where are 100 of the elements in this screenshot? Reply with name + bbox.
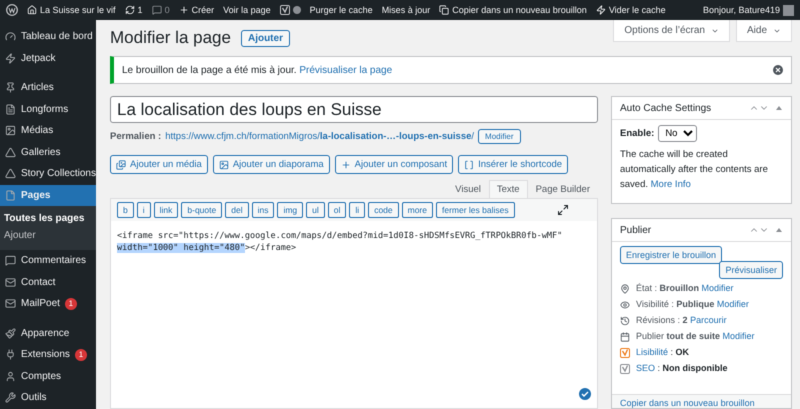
permalink-link[interactable]: https://www.cfjm.ch/formationMigros/la-localisation-…-loups-en-suisse/ bbox=[165, 131, 474, 142]
preview-link[interactable]: Prévisualiser la page bbox=[299, 64, 392, 76]
menu-icon bbox=[5, 52, 16, 64]
format-button[interactable]: del bbox=[225, 202, 249, 218]
sidebar-item[interactable]: Médias bbox=[0, 120, 96, 142]
score-link[interactable]: SEO bbox=[636, 363, 656, 373]
menu-icon bbox=[5, 31, 16, 42]
format-button[interactable]: ins bbox=[252, 202, 274, 218]
eye-icon bbox=[620, 300, 630, 310]
title-field[interactable]: La localisation des loups en Suisse bbox=[110, 96, 598, 123]
sidebar-item[interactable]: MailPoet 1 bbox=[0, 293, 96, 314]
editor-tab[interactable]: Page Builder bbox=[528, 180, 598, 198]
media-button[interactable]: Ajouter un diaporama bbox=[212, 155, 330, 174]
edit-link[interactable]: Modifier bbox=[722, 331, 755, 341]
account-link[interactable]: Bonjour, Bature419 bbox=[702, 4, 794, 16]
toolbar-link[interactable]: Voir la page bbox=[223, 5, 271, 15]
copy-icon bbox=[439, 5, 450, 15]
updates-link[interactable]: 1 bbox=[124, 5, 143, 15]
dismiss-icon[interactable] bbox=[773, 65, 783, 75]
media-button[interactable]: Insérer le shortcode bbox=[458, 155, 568, 174]
format-button[interactable]: li bbox=[349, 202, 366, 218]
edit-link[interactable]: Modifier bbox=[716, 299, 749, 309]
sidebar-item[interactable]: Articles bbox=[0, 77, 96, 98]
sidebar-item[interactable]: Jetpack bbox=[0, 48, 96, 69]
sidebar-item[interactable]: Outils bbox=[0, 387, 96, 408]
check-icon bbox=[579, 388, 591, 400]
sidebar-item[interactable]: Comptes bbox=[0, 366, 96, 387]
sidebar-item[interactable]: Contact bbox=[0, 272, 96, 293]
toolbar-link[interactable]: Mises à jour bbox=[382, 5, 430, 15]
format-button[interactable]: ul bbox=[306, 202, 325, 218]
more-info-link[interactable]: More Info bbox=[650, 179, 691, 190]
save-draft-button[interactable]: Enregistrer le brouillon bbox=[620, 246, 722, 264]
collapse-icon[interactable] bbox=[775, 227, 783, 233]
count-badge: 1 bbox=[74, 348, 87, 361]
format-button[interactable]: ol bbox=[328, 202, 346, 218]
seo-plugin-icon[interactable] bbox=[280, 5, 290, 15]
sidebar-item[interactable]: Longforms bbox=[0, 98, 96, 120]
publish-setting: État : Brouillon Modifier bbox=[636, 282, 734, 295]
format-button[interactable]: fermer les balises bbox=[436, 202, 515, 218]
pin-icon bbox=[620, 284, 630, 294]
toolbar-link[interactable]: Purger le cache bbox=[310, 5, 373, 15]
media-button[interactable]: Ajouter un composant bbox=[334, 155, 454, 174]
button-icon bbox=[464, 160, 474, 170]
fullscreen-icon[interactable] bbox=[557, 204, 569, 216]
comments-link[interactable]: 0 bbox=[152, 5, 170, 15]
clear-cache-link[interactable]: Vider le cache bbox=[596, 5, 666, 15]
sidebar-item[interactable]: Commentaires bbox=[0, 250, 96, 272]
logo-icon[interactable] bbox=[6, 4, 18, 16]
score-text: Lisibilité : OK bbox=[636, 346, 690, 359]
format-button[interactable]: more bbox=[402, 202, 433, 218]
home-icon bbox=[27, 5, 37, 15]
editor-tab[interactable]: Texte bbox=[488, 180, 528, 198]
collapse-icon[interactable] bbox=[775, 105, 783, 111]
add-button[interactable]: Ajouter bbox=[240, 30, 290, 46]
format-button[interactable]: i bbox=[136, 202, 151, 218]
menu-icon bbox=[5, 125, 16, 136]
sidebar-item[interactable]: Tableau de bord bbox=[0, 26, 96, 48]
avatar-icon bbox=[783, 4, 794, 16]
format-button[interactable]: b-quote bbox=[181, 202, 222, 218]
screen-options-button[interactable]: Options de l’écran bbox=[613, 20, 730, 42]
help-button[interactable]: Aide bbox=[736, 20, 792, 42]
publish-setting: Révisions : 2 Parcourir bbox=[636, 314, 727, 327]
sidebar-item[interactable]: Apparence bbox=[0, 322, 96, 344]
page-title: Modifier la page bbox=[110, 28, 231, 48]
score-link[interactable]: Lisibilité bbox=[636, 347, 668, 357]
panel-title: Publier bbox=[620, 224, 652, 236]
enable-select[interactable]: No bbox=[658, 125, 698, 142]
menu-icon bbox=[5, 255, 16, 266]
menu-icon bbox=[5, 190, 16, 201]
sidebar-item[interactable]: Pages bbox=[0, 184, 96, 206]
button-icon bbox=[218, 160, 229, 170]
submenu-item[interactable]: Toutes les pages bbox=[0, 210, 96, 227]
enable-label: Enable: bbox=[620, 128, 654, 139]
create-link[interactable]: Créer bbox=[178, 5, 214, 15]
edit-permalink-button[interactable]: Modifier bbox=[478, 129, 520, 144]
format-button[interactable]: b bbox=[117, 202, 134, 218]
editor-tab[interactable]: Visuel bbox=[447, 180, 489, 198]
format-button[interactable]: img bbox=[277, 202, 304, 218]
edit-link[interactable]: Modifier bbox=[702, 283, 734, 293]
panel-title: Auto Cache Settings bbox=[620, 102, 712, 114]
text-editor[interactable]: b i link b-quote del ins img ul ol li code more fermer les balises <iframe src="https://www.google.com/maps/d/embed?mid=1d0I8-sHDSMfsEVRG_fTRPOkBR0fb-wMF" width="1000" height="480"></iframe> bbox=[110, 198, 598, 409]
copy-draft-link[interactable]: Copier dans un nouveau brouillon bbox=[439, 5, 587, 15]
sidebar-item[interactable]: Galleries bbox=[0, 142, 96, 163]
sidebar-item[interactable]: Story Collections bbox=[0, 163, 96, 184]
publish-setting: Visibilité : Publique Modifier bbox=[636, 298, 749, 311]
submenu-item[interactable]: Ajouter bbox=[0, 227, 96, 244]
sidebar-item[interactable]: Extensions 1 bbox=[0, 344, 96, 366]
format-button[interactable]: link bbox=[154, 202, 178, 218]
score-icon bbox=[620, 364, 630, 374]
site-link[interactable]: La Suisse sur le vif bbox=[27, 5, 116, 15]
preview-button[interactable]: Prévisualiser bbox=[719, 261, 783, 279]
media-button[interactable]: Ajouter un média bbox=[110, 155, 208, 174]
format-button[interactable]: code bbox=[368, 202, 399, 218]
edit-link[interactable]: Parcourir bbox=[690, 315, 727, 325]
menu-icon bbox=[5, 298, 16, 310]
menu-icon bbox=[5, 168, 16, 180]
permalink-label: Permalien : bbox=[110, 131, 162, 142]
menu-icon bbox=[5, 392, 16, 404]
menu-icon bbox=[5, 349, 16, 360]
code-text: <iframe src="https://www.google.com/maps/d/embed?mid=1d0I8-sHDSMfsEVRG_fTRPOkBR0fb-wMF" width="1000" height="480"></iframe> bbox=[116, 230, 564, 255]
